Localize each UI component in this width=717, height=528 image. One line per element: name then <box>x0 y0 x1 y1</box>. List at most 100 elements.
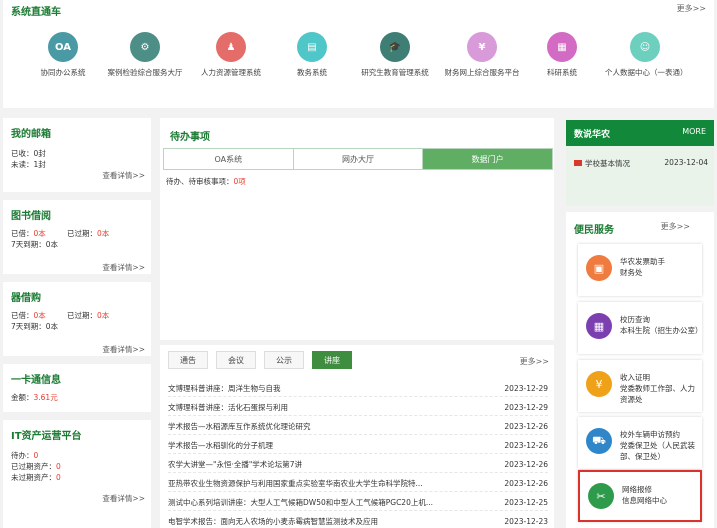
system-item[interactable]: ⚙ 案例检验综合服务大厅 <box>105 32 185 78</box>
system-item[interactable]: ♟ 人力资源管理系统 <box>191 32 271 78</box>
news-title: 电智学术报告：面向无人农场的小麦赤霉病智慧监测技术及应用 <box>168 517 378 526</box>
service-card[interactable]: ▣ 华农发票助手 财务处 <box>578 244 702 296</box>
tab-notice[interactable]: 通告 <box>168 351 208 369</box>
service-dept: 信息网络中心 <box>622 496 667 505</box>
news-title: 农学大讲堂—"永恒·全播"学术论坛第7讲 <box>168 460 303 469</box>
system-icon: 🎓 <box>380 32 410 62</box>
tab-meeting[interactable]: 会议 <box>216 351 256 369</box>
tab-service-hall[interactable]: 网办大厅 <box>294 149 424 169</box>
appliance-title: 器借购 <box>11 293 41 304</box>
library-title: 图书借阅 <box>11 211 51 222</box>
news-row[interactable]: 学术报告—水稻源库互作系统优化理论研究 2023-12-26 <box>168 419 548 435</box>
system-item[interactable]: 🎓 研究生教育管理系统 <box>355 32 435 78</box>
news-title: 测试中心系列培训讲座：大型人工气候箱DW50和中型人工气候箱PGC20上机... <box>168 498 433 507</box>
campus-more-link[interactable]: MORE <box>682 127 706 136</box>
news-tabs: 通告 会议 公示 讲座 <box>168 351 360 369</box>
system-shortcuts-panel: 系统直通车 更多>> OA 协同办公系统 ⚙ 案例检验综合服务大厅 ♟ 人力资源管理系统 ▤… <box>3 0 714 108</box>
service-name: 收入证明 <box>620 373 650 382</box>
news-title: 文博理科普讲座：活化石蛋探与利用 <box>168 403 288 412</box>
appliance-panel: 器借购 已借：0本 已过期：0本 7天到期：0本 查看详情>> <box>3 282 151 356</box>
assets-detail-link[interactable]: 查看详情>> <box>102 493 145 504</box>
service-name: 华农发票助手 <box>620 257 665 266</box>
news-row[interactable]: 文博理科普讲座：活化石蛋探与利用 2023-12-29 <box>168 400 548 416</box>
news-row[interactable]: 农学大讲堂—"永恒·全播"学术论坛第7讲 2023-12-26 <box>168 457 548 473</box>
services-panel: 便民服务 更多>> ▣ 华农发票助手 财务处 ▦ 校历查询本科生院（招生办公室） ¥ 收入证… <box>566 212 714 528</box>
news-date: 2023-12-26 <box>504 460 548 469</box>
news-title: 学术报告—水稻驯化的分子机理 <box>168 441 273 450</box>
todo-tabs: OA系统 网办大厅 数据门户 <box>163 148 553 170</box>
tab-publicity[interactable]: 公示 <box>264 351 304 369</box>
tab-data-portal[interactable]: 数据门户 <box>423 149 553 169</box>
news-date: 2023-12-26 <box>504 479 548 488</box>
system-label: 协同办公系统 <box>40 68 86 77</box>
service-card[interactable]: ▦ 校历查询本科生院（招生办公室） <box>578 302 703 354</box>
news-date: 2023-12-29 <box>504 403 548 412</box>
todo-panel: 待办事项 OA系统 网办大厅 数据门户 待办、待审核事项：0项 <box>160 118 554 340</box>
flag-icon <box>574 160 582 166</box>
news-row[interactable]: 测试中心系列培训讲座：大型人工气候箱DW50和中型人工气候箱PGC20上机...… <box>168 495 548 511</box>
news-date: 2023-12-23 <box>504 517 548 526</box>
news-date: 2023-12-29 <box>504 384 548 393</box>
system-more-link[interactable]: 更多>> <box>677 3 706 14</box>
service-dept: 党委教师工作部、人力资源处 <box>620 384 695 404</box>
card-title: 一卡通信息 <box>11 375 61 386</box>
system-icon: ♟ <box>216 32 246 62</box>
card-panel: 一卡通信息 金额：3.61元 <box>3 364 151 412</box>
service-icon: ⛟ <box>586 428 612 454</box>
services-more-link[interactable]: 更多>> <box>661 221 690 232</box>
mail-title: 我的邮箱 <box>11 129 51 140</box>
system-icon: OA <box>48 32 78 62</box>
service-name: 网络报修 <box>622 485 652 494</box>
news-more-link[interactable]: 更多>> <box>520 356 549 367</box>
system-item[interactable]: ▦ 科研系统 <box>522 32 602 78</box>
system-label: 个人数据中心（一表通） <box>605 68 688 77</box>
service-icon: ✂ <box>588 483 614 509</box>
system-label: 研究生教育管理系统 <box>361 68 429 77</box>
news-title: 学术报告—水稻源库互作系统优化理论研究 <box>168 422 311 431</box>
news-date: 2023-12-26 <box>504 422 548 431</box>
news-title: 亚热带农业生物资源保护与利用国家重点实验室华南农业大学生命科学院特... <box>168 479 423 488</box>
assets-title: IT资产运营平台 <box>11 431 82 442</box>
mail-detail-link[interactable]: 查看详情>> <box>102 170 145 181</box>
system-label: 案例检验综合服务大厅 <box>107 68 183 77</box>
campus-news-item[interactable]: 学校基本情况 2023-12-04 <box>574 158 708 169</box>
system-item[interactable]: ☺ 个人数据中心（一表通） <box>605 32 688 78</box>
service-name: 校外车辆申访预约 <box>620 430 680 439</box>
system-item[interactable]: ¥ 财务网上综合服务平台 <box>442 32 522 78</box>
news-row[interactable]: 亚热带农业生物资源保护与利用国家重点实验室华南农业大学生命科学院特... 2023… <box>168 476 548 492</box>
service-name: 校历查询 <box>620 315 650 324</box>
service-card[interactable]: ¥ 收入证明党委教师工作部、人力资源处 <box>578 360 702 412</box>
system-item[interactable]: ▤ 教务系统 <box>272 32 352 78</box>
system-icon: ☺ <box>630 32 660 62</box>
system-label: 财务网上综合服务平台 <box>444 68 520 77</box>
service-dept: 党委保卫处（人民武装部、保卫处） <box>620 441 695 461</box>
todo-status: 待办、待审核事项：0项 <box>166 177 246 186</box>
service-card[interactable]: ⛟ 校外车辆申访预约党委保卫处（人民武装部、保卫处） <box>578 417 702 469</box>
system-icon: ⚙ <box>130 32 160 62</box>
library-detail-link[interactable]: 查看详情>> <box>102 262 145 273</box>
tab-oa[interactable]: OA系统 <box>164 149 294 169</box>
service-card[interactable]: ✂ 网络报修信息网络中心 <box>578 470 702 522</box>
service-dept: 本科生院（招生办公室） <box>620 326 703 335</box>
mail-panel: 我的邮箱 已收：0封 未读：1封 查看详情>> <box>3 118 151 192</box>
news-row[interactable]: 电智学术报告：面向无人农场的小麦赤霉病智慧监测技术及应用 2023-12-23 <box>168 514 548 528</box>
tab-lecture[interactable]: 讲座 <box>312 351 352 369</box>
news-panel: 通告 会议 公示 讲座 更多>> 文博理科普讲座：周洋生物与自我 2023-12-… <box>160 345 554 528</box>
campus-stats-panel: 数说华农 MORE 学校基本情况 2023-12-04 <box>566 120 714 206</box>
system-item[interactable]: OA 协同办公系统 <box>23 32 103 78</box>
system-icon: ▦ <box>547 32 577 62</box>
service-dept: 财务处 <box>620 268 643 277</box>
appliance-detail-link[interactable]: 查看详情>> <box>102 344 145 355</box>
news-title: 文博理科普讲座：周洋生物与自我 <box>168 384 281 393</box>
services-title: 便民服务 <box>574 225 614 236</box>
news-row[interactable]: 文博理科普讲座：周洋生物与自我 2023-12-29 <box>168 381 548 397</box>
news-date: 2023-12-26 <box>504 441 548 450</box>
news-date: 2023-12-25 <box>504 498 548 507</box>
service-icon: ▦ <box>586 313 612 339</box>
service-icon: ▣ <box>586 255 612 281</box>
service-icon: ¥ <box>586 371 612 397</box>
news-row[interactable]: 学术报告—水稻驯化的分子机理 2023-12-26 <box>168 438 548 454</box>
library-panel: 图书借阅 已借：0本 已过期：0本 7天到期：0本 查看详情>> <box>3 200 151 274</box>
system-shortcuts-title: 系统直通车 <box>11 7 61 18</box>
system-label: 教务系统 <box>297 68 327 77</box>
